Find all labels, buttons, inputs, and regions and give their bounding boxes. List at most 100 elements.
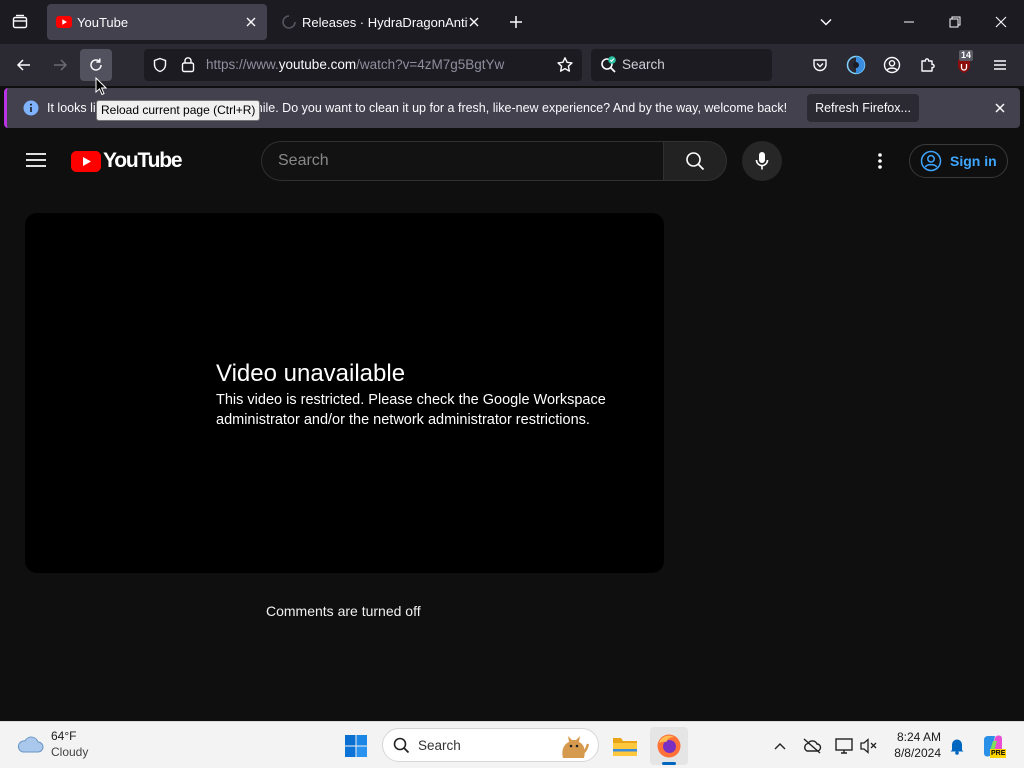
url-text[interactable]: https://www.youtube.com/watch?v=4zM7g5Bg…: [206, 57, 526, 72]
info-icon: [23, 100, 39, 116]
extensions-button[interactable]: [912, 49, 944, 81]
back-button[interactable]: [8, 49, 40, 81]
new-tab-button[interactable]: [502, 8, 530, 36]
tab-youtube[interactable]: YouTube: [47, 4, 267, 40]
account-button[interactable]: [876, 49, 908, 81]
tab-title: YouTube: [77, 14, 129, 30]
settings-more-button[interactable]: [864, 145, 896, 177]
reload-icon: [90, 58, 102, 71]
video-player[interactable]: Video unavailable This video is restrict…: [25, 213, 664, 573]
tab-list-icon: [12, 14, 28, 29]
taskbar-search-box[interactable]: Search: [382, 728, 599, 762]
restore-button[interactable]: [932, 0, 978, 44]
restore-icon: [949, 16, 961, 28]
volume-button[interactable]: [858, 735, 880, 757]
reload-tooltip: Reload current page (Ctrl+R): [96, 100, 261, 121]
youtube-search-placeholder: Search: [278, 152, 329, 169]
bookmark-star-icon[interactable]: [556, 56, 574, 74]
youtube-header: YouTube Search Sign in: [0, 128, 1024, 192]
minimize-button[interactable]: [886, 0, 932, 44]
chevron-down-icon: [820, 18, 832, 26]
chevron-up-icon: [774, 743, 786, 750]
notification-text-start: It looks lik: [47, 101, 102, 115]
video-unavailable-message: This video is restricted. Please check t…: [216, 392, 606, 428]
refresh-firefox-button[interactable]: Refresh Firefox...: [807, 94, 919, 122]
hamburger-menu-icon: [26, 153, 46, 167]
copilot-preview-badge: PRE: [990, 749, 1007, 758]
file-explorer-button[interactable]: [608, 729, 642, 763]
arrow-right-icon: [54, 59, 68, 71]
app-menu-button[interactable]: [984, 49, 1016, 81]
youtube-wordmark: YouTube: [103, 149, 183, 172]
plus-icon: [510, 16, 522, 28]
sign-in-label: Sign in: [950, 153, 997, 169]
list-all-tabs-button[interactable]: [6, 8, 34, 36]
video-unavailable-title: Video unavailable: [216, 360, 406, 387]
forward-button[interactable]: [44, 49, 76, 81]
voice-search-button[interactable]: [742, 141, 782, 181]
close-notification-icon[interactable]: [993, 101, 1007, 115]
browser-search-bar[interactable]: Search: [591, 49, 772, 81]
minimize-icon: [904, 21, 914, 23]
microphone-icon: [755, 152, 769, 170]
firefox-taskbar-button[interactable]: [650, 727, 688, 765]
network-button[interactable]: [833, 735, 855, 757]
tab-title: Releases · HydraDragonAntivirus: [302, 14, 468, 30]
tab-releases[interactable]: Releases · HydraDragonAntivirus: [272, 4, 492, 40]
youtube-search-button[interactable]: [663, 141, 727, 181]
youtube-favicon-icon: [56, 16, 72, 28]
account-circle-icon: [920, 150, 942, 172]
mouse-cursor-icon: [95, 77, 107, 96]
onedrive-offline-button[interactable]: [801, 735, 823, 757]
clock-date: 8/8/2024: [894, 746, 941, 760]
clock-time: 8:24 AM: [896, 730, 941, 744]
url-path: /watch?v=4zM7g5BgtYw: [356, 57, 505, 72]
notifications-button[interactable]: [946, 735, 968, 757]
close-icon: [995, 16, 1007, 28]
folder-icon: [613, 738, 637, 756]
extension-badge: 14: [959, 50, 974, 61]
hamburger-menu-icon: [994, 60, 1006, 70]
youtube-search-input[interactable]: Search: [261, 141, 664, 181]
clock-button[interactable]: 8:24 AM 8/8/2024: [884, 727, 944, 765]
tab-strip: YouTube Releases · HydraDragonAntivirus: [0, 0, 1024, 44]
url-prefix: https://www.: [206, 57, 279, 72]
show-hidden-icons-button[interactable]: [770, 736, 790, 756]
url-bar[interactable]: https://www.youtube.com/watch?v=4zM7g5Bg…: [144, 49, 582, 81]
close-tab-icon[interactable]: [466, 14, 482, 30]
start-button[interactable]: [340, 730, 372, 762]
comments-status: Comments are turned off: [266, 603, 421, 619]
tab-overflow-button[interactable]: [812, 8, 840, 36]
ublock-button[interactable]: 14: [948, 49, 980, 81]
copilot-button[interactable]: PRE: [978, 731, 1008, 761]
taskbar-search-placeholder: Search: [418, 738, 461, 753]
close-window-button[interactable]: [978, 0, 1024, 44]
extension-circle-icon: [846, 55, 866, 75]
weather-widget[interactable]: 64°F Cloudy: [14, 728, 124, 764]
close-tab-icon[interactable]: [243, 14, 259, 30]
bell-icon: [950, 739, 964, 755]
network-monitor-icon: [835, 738, 853, 754]
shield-icon[interactable]: [152, 57, 168, 73]
account-icon: [883, 56, 901, 74]
loading-spinner-icon: [282, 15, 296, 29]
extension-colorful-button[interactable]: [840, 49, 872, 81]
youtube-logo[interactable]: YouTube: [71, 149, 183, 172]
firefox-icon: [657, 734, 681, 758]
notification-text-end: n a while. Do you want to clean it up fo…: [225, 101, 788, 115]
cloud-off-icon: [803, 738, 822, 754]
youtube-logo-icon: [71, 150, 101, 172]
lock-icon[interactable]: [180, 56, 196, 73]
weather-temperature: 64°F: [51, 729, 77, 743]
url-host: youtube.com: [278, 57, 357, 72]
pocket-button[interactable]: [804, 49, 836, 81]
windows-logo-icon: [345, 735, 367, 757]
search-icon: [393, 737, 410, 754]
weather-condition: Cloudy: [51, 745, 89, 759]
active-app-indicator: [662, 762, 676, 765]
guide-menu-button[interactable]: [20, 144, 52, 176]
pocket-icon: [813, 59, 827, 72]
speaker-muted-icon: [860, 738, 877, 754]
sign-in-button[interactable]: Sign in: [909, 144, 1008, 178]
puzzle-icon: [921, 58, 935, 72]
